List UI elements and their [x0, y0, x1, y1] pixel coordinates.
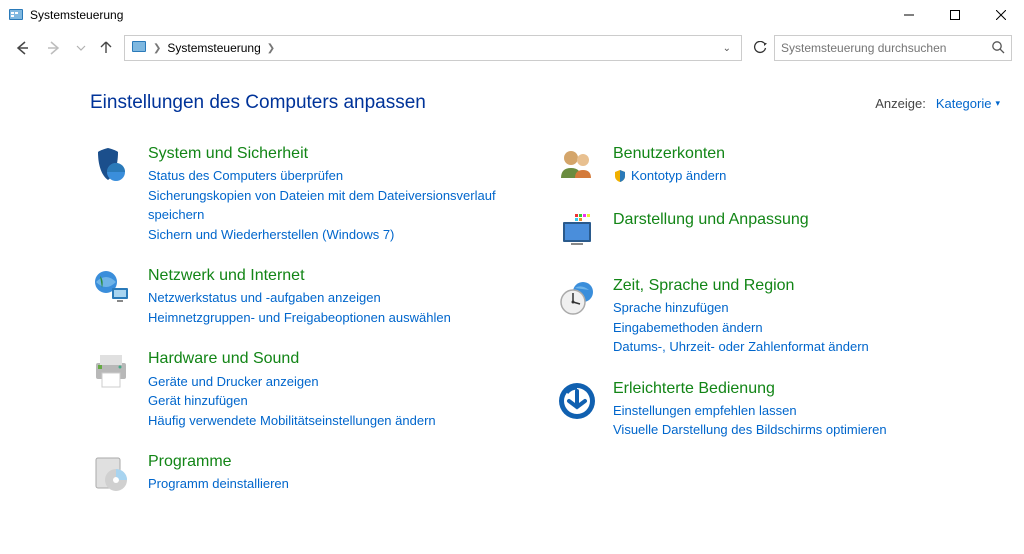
view-by-dropdown[interactable]: Kategorie ▾	[936, 96, 1000, 111]
up-button[interactable]	[98, 39, 114, 58]
category-link[interactable]: Sicherungskopien von Dateien mit dem Dat…	[148, 186, 535, 225]
uac-shield-icon	[613, 169, 627, 183]
address-dropdown-button[interactable]: ⌄	[719, 43, 735, 54]
search-icon[interactable]	[991, 40, 1005, 57]
category-link[interactable]: Kontotyp ändern	[613, 166, 1000, 186]
control-panel-icon	[131, 39, 147, 58]
category-appearance: Darstellung und Anpassung	[555, 210, 1000, 254]
category-link[interactable]: Eingabemethoden ändern	[613, 318, 1000, 338]
page-heading: Einstellungen des Computers anpassen	[90, 92, 426, 114]
category-link[interactable]: Gerät hinzufügen	[148, 391, 535, 411]
category-link[interactable]: Programm deinstallieren	[148, 474, 535, 494]
nav-arrows	[12, 38, 114, 58]
category-title[interactable]: Programme	[148, 452, 535, 471]
category-link[interactable]: Datums-, Uhrzeit- oder Zahlenformat ände…	[613, 337, 1000, 357]
address-bar[interactable]: ❯ Systemsteuerung ❯ ⌄	[124, 35, 742, 61]
breadcrumb-separator[interactable]: ❯	[267, 43, 275, 54]
window-title: Systemsteuerung	[30, 8, 123, 22]
globe-network-icon	[90, 266, 134, 310]
forward-button[interactable]	[44, 38, 64, 58]
category-network: Netzwerk und Internet Netzwerkstatus und…	[90, 266, 535, 327]
category-hardware: Hardware und Sound Geräte und Drucker an…	[90, 349, 535, 430]
category-programs: Programme Programm deinstallieren	[90, 452, 535, 496]
close-button[interactable]	[978, 0, 1024, 30]
window-controls	[886, 0, 1024, 30]
right-column: Benutzerkonten Kontotyp ändern Darstellu…	[555, 144, 1000, 518]
view-by-value: Kategorie	[936, 96, 992, 111]
category-title[interactable]: System und Sicherheit	[148, 144, 535, 163]
refresh-button[interactable]	[746, 35, 774, 61]
category-link[interactable]: Netzwerkstatus und -aufgaben anzeigen	[148, 288, 535, 308]
category-columns: System und Sicherheit Status des Compute…	[90, 144, 1000, 518]
category-user-accounts: Benutzerkonten Kontotyp ändern	[555, 144, 1000, 188]
maximize-button[interactable]	[932, 0, 978, 30]
search-input[interactable]	[781, 41, 991, 55]
category-title[interactable]: Erleichterte Bedienung	[613, 379, 1000, 398]
left-column: System und Sicherheit Status des Compute…	[90, 144, 535, 518]
category-link-text: Kontotyp ändern	[631, 166, 726, 186]
category-link[interactable]: Heimnetzgruppen- und Freigabeoptionen au…	[148, 308, 535, 328]
monitor-palette-icon	[555, 210, 599, 254]
category-title[interactable]: Benutzerkonten	[613, 144, 1000, 163]
control-panel-icon	[8, 7, 24, 23]
back-button[interactable]	[12, 38, 32, 58]
category-link[interactable]: Visuelle Darstellung des Bildschirms opt…	[613, 420, 1000, 440]
navbar: ❯ Systemsteuerung ❯ ⌄	[0, 30, 1024, 66]
view-by-control: Anzeige: Kategorie ▾	[875, 96, 1000, 111]
chevron-down-icon: ▾	[995, 98, 1000, 109]
category-link[interactable]: Sichern und Wiederherstellen (Windows 7)	[148, 225, 535, 245]
category-link[interactable]: Sprache hinzufügen	[613, 298, 1000, 318]
breadcrumb-separator[interactable]: ❯	[153, 43, 161, 54]
ease-of-access-icon	[555, 379, 599, 423]
breadcrumb-item[interactable]: Systemsteuerung	[167, 41, 260, 55]
printer-icon	[90, 349, 134, 393]
content-header: Einstellungen des Computers anpassen Anz…	[90, 92, 1000, 114]
disc-box-icon	[90, 452, 134, 496]
shield-icon	[90, 144, 134, 188]
category-clock-region: Zeit, Sprache und Region Sprache hinzufü…	[555, 276, 1000, 357]
category-title[interactable]: Netzwerk und Internet	[148, 266, 535, 285]
category-link[interactable]: Geräte und Drucker anzeigen	[148, 372, 535, 392]
category-link[interactable]: Einstellungen empfehlen lassen	[613, 401, 1000, 421]
category-link[interactable]: Status des Computers überprüfen	[148, 166, 535, 186]
recent-locations-button[interactable]	[76, 41, 86, 56]
category-system-security: System und Sicherheit Status des Compute…	[90, 144, 535, 244]
category-ease-of-access: Erleichterte Bedienung Einstellungen emp…	[555, 379, 1000, 440]
category-title[interactable]: Darstellung und Anpassung	[613, 210, 1000, 229]
search-box[interactable]	[774, 35, 1012, 61]
view-by-label: Anzeige:	[875, 96, 926, 111]
content-area: Einstellungen des Computers anpassen Anz…	[0, 66, 1024, 518]
category-title[interactable]: Hardware und Sound	[148, 349, 535, 368]
category-link[interactable]: Häufig verwendete Mobilitätseinstellunge…	[148, 411, 535, 431]
minimize-button[interactable]	[886, 0, 932, 30]
clock-globe-icon	[555, 276, 599, 320]
category-title[interactable]: Zeit, Sprache und Region	[613, 276, 1000, 295]
people-icon	[555, 144, 599, 188]
titlebar: Systemsteuerung	[0, 0, 1024, 30]
